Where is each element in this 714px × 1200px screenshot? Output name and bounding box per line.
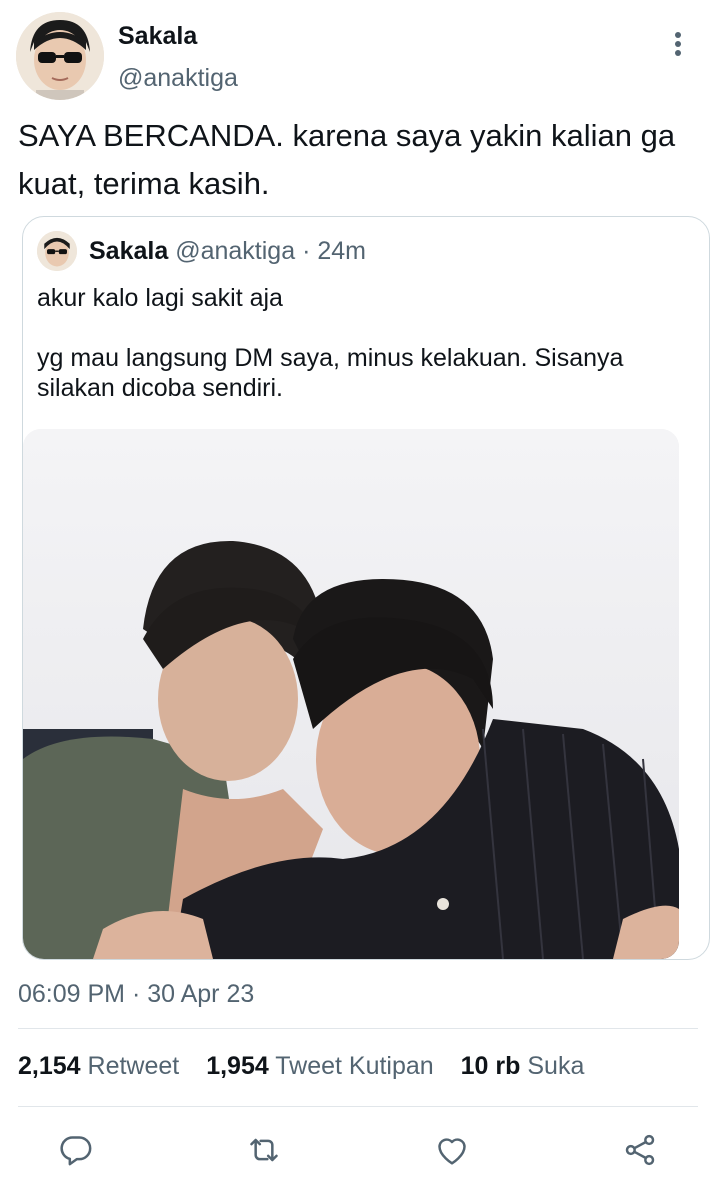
more-options-button[interactable] — [662, 22, 694, 62]
share-icon — [625, 1134, 655, 1166]
quoted-tweet-text: akur kalo lagi sakit aja yg mau langsung… — [37, 284, 624, 402]
more-dot — [675, 41, 681, 47]
author-avatar[interactable] — [16, 12, 104, 100]
tweet-actions — [0, 1120, 714, 1180]
meta-separator: · — [302, 237, 311, 265]
author-handle[interactable]: @anaktiga — [118, 64, 238, 93]
quoted-tweet-meta: Sakala @anaktiga · 24m — [89, 237, 366, 266]
retweets-stat[interactable]: 2,154 Retweet — [18, 1052, 186, 1080]
quotes-count: 1,954 — [206, 1052, 269, 1080]
likes-label: Suka — [527, 1052, 585, 1080]
quotes-label: Tweet Kutipan — [275, 1052, 434, 1080]
quoted-author-avatar — [37, 231, 77, 271]
retweets-label: Retweet — [87, 1052, 180, 1080]
share-button[interactable] — [620, 1130, 660, 1170]
reply-button[interactable] — [56, 1130, 96, 1170]
likes-stat[interactable]: 10 rb Suka — [461, 1052, 585, 1080]
author-name[interactable]: Sakala — [118, 22, 197, 51]
retweets-count: 2,154 — [18, 1052, 81, 1080]
like-icon — [438, 1138, 466, 1165]
tweet-text: SAYA BERCANDA. karena saya yakin kalian … — [18, 118, 676, 201]
more-dot — [675, 50, 681, 56]
retweet-icon — [250, 1138, 278, 1162]
quotes-stat[interactable]: 1,954 Tweet Kutipan — [206, 1052, 440, 1080]
more-vertical-icon — [675, 32, 681, 38]
quoted-tweet-time: 24m — [317, 237, 366, 265]
divider — [18, 1028, 698, 1029]
quoted-author-name: Sakala — [89, 237, 169, 265]
retweet-button[interactable] — [244, 1130, 284, 1170]
reply-icon — [60, 1136, 92, 1166]
quoted-author-handle: @anaktiga — [175, 237, 296, 265]
tweet-stats: 2,154 Retweet 1,954 Tweet Kutipan 10 rb … — [18, 1052, 604, 1081]
quoted-tweet-photo[interactable] — [23, 429, 679, 959]
divider — [18, 1106, 698, 1107]
tweet-timestamp[interactable]: 06:09 PM · 30 Apr 23 — [18, 980, 254, 1009]
quoted-tweet[interactable]: Sakala @anaktiga · 24m akur kalo lagi sa… — [22, 216, 710, 960]
like-button[interactable] — [432, 1130, 472, 1170]
likes-count: 10 rb — [460, 1052, 521, 1080]
tweet-header: Sakala @anaktiga — [0, 0, 714, 110]
